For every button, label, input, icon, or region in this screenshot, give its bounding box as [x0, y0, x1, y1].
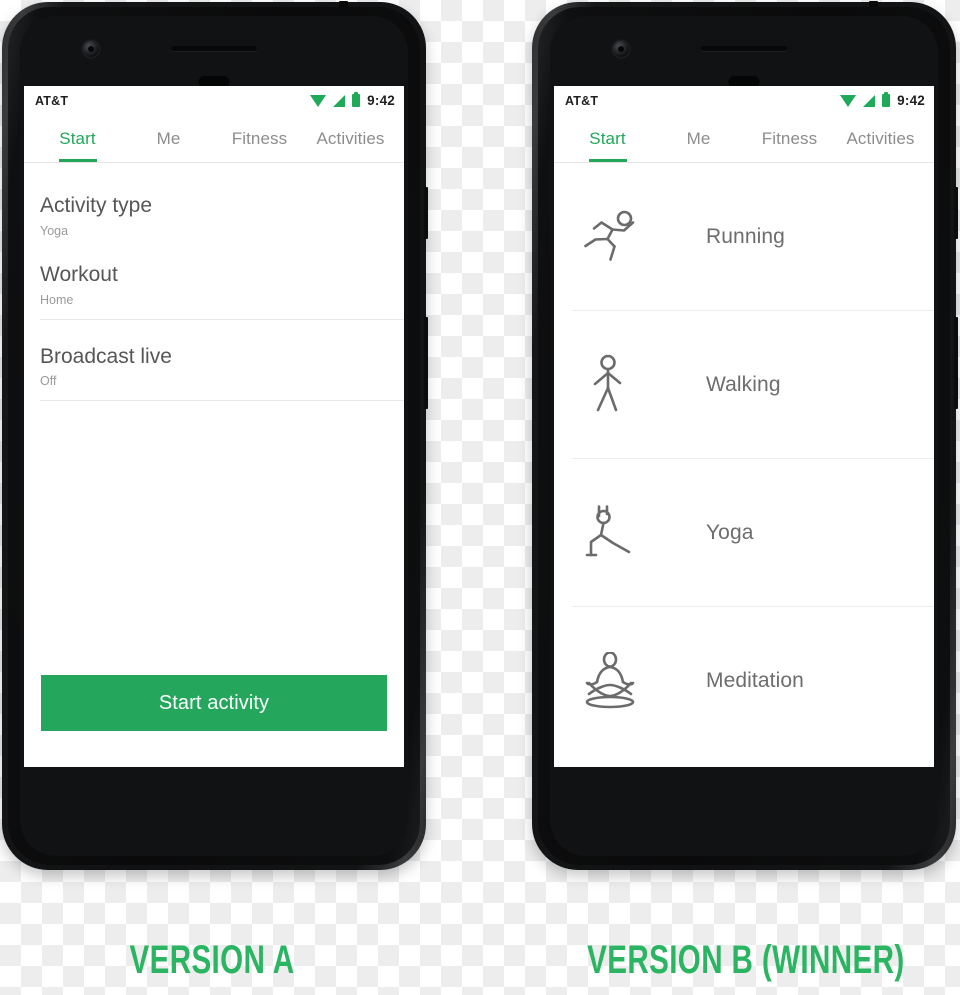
earpiece-speaker-icon: [171, 46, 257, 51]
tab-label: Start: [589, 128, 626, 148]
divider: [40, 318, 404, 320]
setting-value: Yoga: [40, 223, 69, 238]
wifi-icon: [310, 94, 327, 107]
divider: [40, 400, 404, 402]
tab-label: Activities: [316, 128, 385, 148]
power-button[interactable]: [954, 187, 958, 239]
tab-me[interactable]: Me: [653, 115, 744, 162]
screen-version-b: AT&T 9:42 Start Me Fitness Activities Ru…: [554, 86, 934, 767]
clock-label: 9:42: [897, 93, 925, 108]
phone-version-b: AT&T 9:42 Start Me Fitness Activities Ru…: [532, 1, 958, 870]
activity-label: Running: [706, 225, 785, 248]
earpiece-speaker-icon: [701, 46, 787, 51]
meditation-icon: [572, 652, 648, 710]
tab-bar: Start Me Fitness Activities: [554, 115, 934, 163]
tab-label: Me: [156, 128, 181, 148]
front-camera-icon: [613, 41, 629, 57]
activity-row-yoga[interactable]: Yoga: [554, 459, 934, 607]
wifi-icon: [840, 94, 857, 107]
setting-value: Home: [40, 292, 74, 307]
status-bar: AT&T 9:42: [24, 86, 404, 115]
setting-row-workout[interactable]: Workout Home: [24, 250, 404, 332]
signal-icon: [333, 94, 346, 107]
power-button[interactable]: [424, 187, 428, 239]
activity-row-walking[interactable]: Walking: [554, 311, 934, 459]
setting-row-broadcast-live[interactable]: Broadcast live Off: [24, 332, 404, 414]
activity-row-running[interactable]: Running: [554, 163, 934, 311]
setting-title: Broadcast live: [40, 344, 172, 368]
screen-version-a: AT&T 9:42 Start Me Fitness Activities Ac…: [24, 86, 404, 767]
tab-bar: Start Me Fitness Activities: [24, 115, 404, 163]
tab-start[interactable]: Start: [32, 115, 123, 162]
caption-version-b: Version B (Winner): [587, 938, 905, 982]
tab-me[interactable]: Me: [123, 115, 214, 162]
setting-title: Workout: [40, 262, 118, 286]
setting-value: Off: [40, 374, 57, 389]
status-icons: 9:42: [310, 91, 395, 108]
volume-button[interactable]: [424, 317, 428, 409]
setting-row-activity-type[interactable]: Activity type Yoga: [24, 181, 404, 250]
tab-start[interactable]: Start: [562, 115, 653, 162]
status-icons: 9:42: [840, 91, 925, 108]
battery-icon: [882, 91, 891, 107]
clock-label: 9:42: [367, 93, 395, 108]
tab-activities[interactable]: Activities: [305, 115, 396, 162]
battery-icon: [352, 91, 361, 107]
tab-label: Fitness: [761, 128, 818, 148]
tab-activities[interactable]: Activities: [835, 115, 926, 162]
tab-fitness[interactable]: Fitness: [744, 115, 835, 162]
setting-title: Activity type: [40, 194, 153, 217]
tab-fitness[interactable]: Fitness: [214, 115, 305, 162]
tab-label: Fitness: [231, 128, 288, 148]
settings-list: Activity type Yoga Workout Home Broadcas…: [24, 163, 404, 413]
yoga-icon: [572, 502, 648, 564]
phone-version-a: AT&T 9:42 Start Me Fitness Activities Ac…: [2, 1, 428, 870]
activity-label: Yoga: [706, 521, 754, 544]
signal-icon: [863, 94, 876, 107]
activity-list: Running Walking Yoga Meditation: [554, 163, 934, 755]
activity-label: Meditation: [706, 669, 804, 692]
cta-container: Start activity: [41, 675, 387, 731]
tab-label: Activities: [846, 128, 915, 148]
start-activity-button[interactable]: Start activity: [41, 675, 387, 731]
status-bar: AT&T 9:42: [554, 86, 934, 115]
carrier-label: AT&T: [35, 93, 69, 108]
carrier-label: AT&T: [565, 93, 599, 108]
running-icon: [572, 208, 648, 266]
caption-version-a: Version A: [129, 938, 295, 982]
activity-row-meditation[interactable]: Meditation: [554, 607, 934, 755]
volume-button[interactable]: [954, 317, 958, 409]
tab-label: Me: [686, 128, 711, 148]
walking-icon: [572, 354, 648, 416]
front-camera-icon: [83, 41, 99, 57]
tab-label: Start: [59, 128, 96, 148]
activity-label: Walking: [706, 373, 781, 396]
